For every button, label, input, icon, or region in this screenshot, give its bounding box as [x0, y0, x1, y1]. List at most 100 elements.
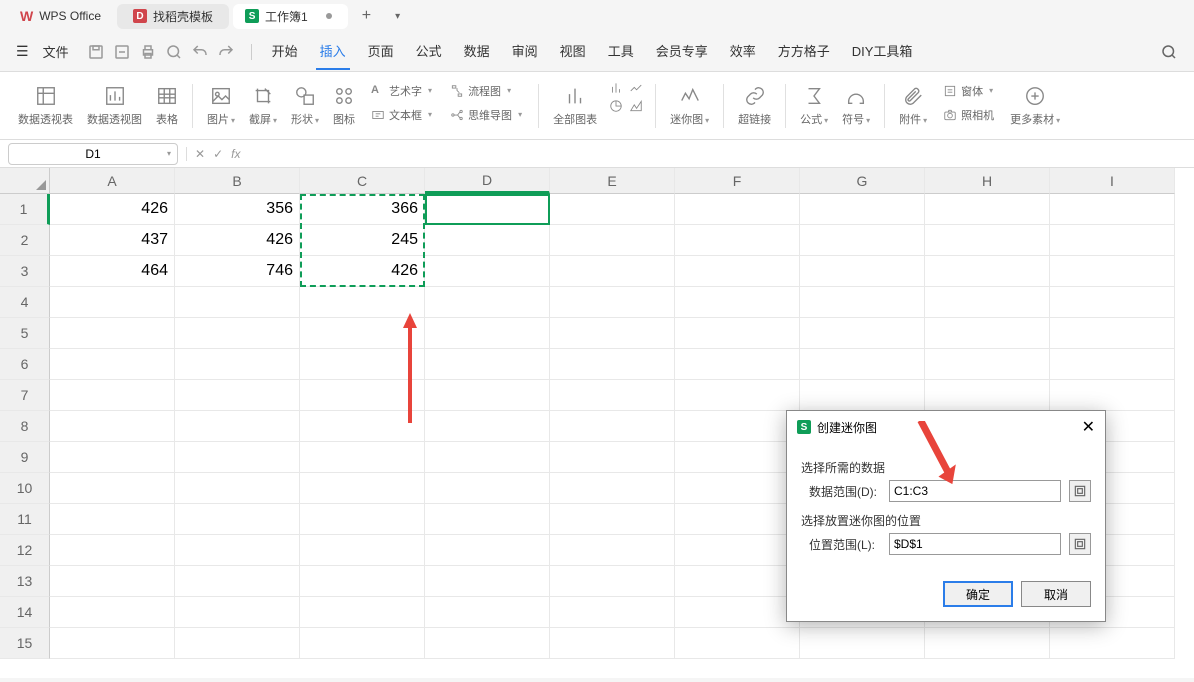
- form-button[interactable]: 窗体▾: [939, 81, 998, 101]
- cell[interactable]: [175, 349, 300, 380]
- cell[interactable]: [50, 411, 175, 442]
- cell[interactable]: [300, 287, 425, 318]
- cell[interactable]: [300, 349, 425, 380]
- row-header-4[interactable]: 4: [0, 287, 50, 318]
- row-header-2[interactable]: 2: [0, 225, 50, 256]
- row-header-8[interactable]: 8: [0, 411, 50, 442]
- cell[interactable]: [300, 597, 425, 628]
- cell[interactable]: [175, 318, 300, 349]
- cell[interactable]: [175, 473, 300, 504]
- cell-b1[interactable]: 356: [175, 194, 300, 225]
- bar-chart-icon[interactable]: [609, 81, 623, 95]
- tab-workbook[interactable]: S 工作簿1: [233, 4, 348, 29]
- cell-h2[interactable]: [925, 225, 1050, 256]
- cell[interactable]: [50, 504, 175, 535]
- row-header-9[interactable]: 9: [0, 442, 50, 473]
- cell-i1[interactable]: [1050, 194, 1175, 225]
- cell[interactable]: [300, 628, 425, 659]
- cell[interactable]: [425, 380, 550, 411]
- preview-icon[interactable]: [165, 43, 183, 61]
- col-header-g[interactable]: G: [800, 168, 925, 194]
- cancel-button[interactable]: 取消: [1021, 581, 1091, 607]
- cell[interactable]: [175, 442, 300, 473]
- cell[interactable]: [300, 473, 425, 504]
- file-menu[interactable]: 文件: [35, 38, 77, 65]
- tab-menu-button[interactable]: ▾: [385, 7, 410, 26]
- tab-template[interactable]: D 找稻壳模板: [117, 4, 229, 29]
- row-header-6[interactable]: 6: [0, 349, 50, 380]
- cell[interactable]: [800, 318, 925, 349]
- cell-e3[interactable]: [550, 256, 675, 287]
- cell-a3[interactable]: 464: [50, 256, 175, 287]
- tab-formula[interactable]: 公式: [412, 33, 446, 70]
- cell[interactable]: [50, 566, 175, 597]
- cell[interactable]: [300, 318, 425, 349]
- screenshot-button[interactable]: 截屏▾: [247, 81, 279, 131]
- cell-a1[interactable]: 426: [50, 194, 175, 225]
- cell-d3[interactable]: [425, 256, 550, 287]
- cell[interactable]: [1050, 349, 1175, 380]
- cell[interactable]: [550, 318, 675, 349]
- cell[interactable]: [425, 287, 550, 318]
- name-box[interactable]: D1 ▾: [8, 143, 178, 165]
- icons-button[interactable]: 图标: [331, 81, 357, 131]
- save-icon[interactable]: [87, 43, 105, 61]
- save-as-icon[interactable]: [113, 43, 131, 61]
- cell[interactable]: [1050, 380, 1175, 411]
- confirm-icon[interactable]: ✓: [213, 147, 223, 161]
- line-chart-icon[interactable]: [629, 81, 643, 95]
- col-header-i[interactable]: I: [1050, 168, 1175, 194]
- cell[interactable]: [675, 628, 800, 659]
- row-header-5[interactable]: 5: [0, 318, 50, 349]
- cell[interactable]: [175, 411, 300, 442]
- cell[interactable]: [675, 566, 800, 597]
- cell-g3[interactable]: [800, 256, 925, 287]
- cell[interactable]: [50, 349, 175, 380]
- sparkline-button[interactable]: 迷你图▾: [668, 81, 711, 131]
- cell[interactable]: [925, 349, 1050, 380]
- cell[interactable]: [50, 442, 175, 473]
- col-header-b[interactable]: B: [175, 168, 300, 194]
- pivot-chart-button[interactable]: 数据透视图: [85, 81, 144, 131]
- print-icon[interactable]: [139, 43, 157, 61]
- tab-diy[interactable]: DIY工具箱: [848, 33, 917, 70]
- row-header-13[interactable]: 13: [0, 566, 50, 597]
- undo-icon[interactable]: [191, 43, 209, 61]
- cell-i3[interactable]: [1050, 256, 1175, 287]
- cell[interactable]: [300, 504, 425, 535]
- tab-home[interactable]: 开始: [268, 33, 302, 70]
- data-range-picker-button[interactable]: [1069, 480, 1091, 502]
- cell[interactable]: [175, 287, 300, 318]
- close-icon[interactable]: ✕: [1082, 417, 1095, 437]
- col-header-a[interactable]: A: [50, 168, 175, 194]
- cell[interactable]: [550, 597, 675, 628]
- cell[interactable]: [675, 318, 800, 349]
- col-header-c[interactable]: C: [300, 168, 425, 194]
- cell-g2[interactable]: [800, 225, 925, 256]
- cell-b3[interactable]: 746: [175, 256, 300, 287]
- cell[interactable]: [550, 535, 675, 566]
- cell[interactable]: [1050, 287, 1175, 318]
- cell[interactable]: [800, 287, 925, 318]
- row-header-15[interactable]: 15: [0, 628, 50, 659]
- cell[interactable]: [50, 628, 175, 659]
- redo-icon[interactable]: [217, 43, 235, 61]
- cell-h3[interactable]: [925, 256, 1050, 287]
- location-input[interactable]: [889, 533, 1061, 555]
- cell-i2[interactable]: [1050, 225, 1175, 256]
- cell[interactable]: [675, 411, 800, 442]
- cell[interactable]: [550, 566, 675, 597]
- cell[interactable]: [300, 380, 425, 411]
- cell[interactable]: [675, 473, 800, 504]
- data-range-input[interactable]: [889, 480, 1061, 502]
- shapes-button[interactable]: 形状▾: [289, 81, 321, 131]
- cell[interactable]: [550, 349, 675, 380]
- cell[interactable]: [925, 287, 1050, 318]
- cell-f1[interactable]: [675, 194, 800, 225]
- col-header-d[interactable]: D: [425, 168, 550, 194]
- cell-d2[interactable]: [425, 225, 550, 256]
- camera-button[interactable]: 照相机: [939, 105, 998, 125]
- row-header-14[interactable]: 14: [0, 597, 50, 628]
- cell[interactable]: [675, 349, 800, 380]
- cell[interactable]: [925, 628, 1050, 659]
